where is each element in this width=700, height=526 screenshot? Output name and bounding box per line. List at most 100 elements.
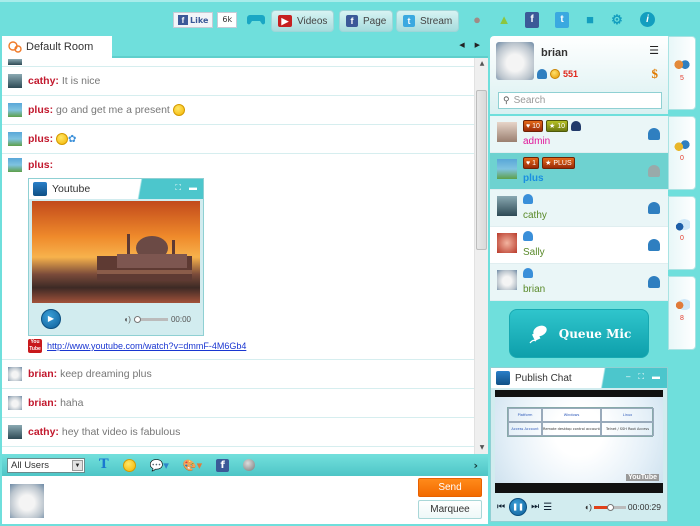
play-button[interactable]: ▶	[41, 309, 61, 329]
color-palette-icon[interactable]: 🎨▾	[183, 459, 202, 472]
avatar[interactable]	[8, 103, 22, 117]
playlist-icon[interactable]: ☰	[543, 502, 552, 513]
guest-icon	[523, 231, 533, 241]
volume-slider[interactable]	[133, 315, 168, 323]
publish-video[interactable]: Platform Windows Linux Access Account Re…	[495, 390, 663, 493]
avatar	[497, 233, 517, 253]
info-icon[interactable]: i	[640, 12, 655, 27]
profile-avatar[interactable]	[496, 42, 534, 80]
publish-time: 00:00:29	[627, 502, 661, 512]
coin-icon	[550, 69, 560, 79]
previous-icon[interactable]: ⏮	[497, 502, 505, 512]
marquee-button[interactable]: Marquee	[418, 500, 482, 519]
fullscreen-icon[interactable]: ⛶	[638, 372, 644, 382]
dollar-icon[interactable]: $	[652, 66, 659, 82]
avatar	[497, 122, 517, 142]
speaker-icon[interactable]: ◖)	[584, 502, 592, 512]
gear-icon[interactable]: ⚙	[610, 12, 624, 28]
avatar[interactable]	[8, 396, 22, 410]
next-icon[interactable]: ⏭	[531, 502, 539, 512]
guest-icon	[523, 268, 533, 278]
message-author[interactable]: brian:	[28, 368, 57, 380]
youtube-link[interactable]: http://www.youtube.com/watch?v=dmmF-4M6G…	[47, 341, 246, 351]
user-row-cathy[interactable]: cathy	[490, 190, 668, 227]
facebook-like-widget[interactable]: f Like 6k	[173, 12, 238, 28]
gift-icon[interactable]: ■	[583, 12, 597, 28]
whiteboard-icon[interactable]: 💬▾	[150, 459, 169, 472]
users-icon	[674, 59, 690, 73]
volume-knob[interactable]	[606, 503, 614, 511]
publish-title-bar[interactable]: Publish Chat – ⛶ ▬	[491, 368, 667, 388]
recipient-select[interactable]: All Users ▼	[7, 457, 85, 473]
alien-icon[interactable]	[243, 459, 256, 471]
stream-button[interactable]: t Stream	[396, 10, 460, 32]
maximize-icon[interactable]: ▬	[189, 183, 197, 193]
emoji-picker-icon[interactable]	[122, 458, 136, 472]
avatar	[497, 270, 517, 290]
message-author[interactable]: plus:	[28, 133, 53, 145]
scroll-up-arrow[interactable]: ▲	[475, 58, 489, 70]
menu-list-icon[interactable]: ☰	[649, 44, 659, 57]
youtube-icon: You Tube	[28, 339, 42, 353]
videos-button[interactable]: ▶ Videos	[271, 10, 335, 32]
player-app-icon	[496, 371, 510, 385]
private-chat-icon	[674, 299, 690, 313]
message-author[interactable]: cathy:	[28, 426, 59, 438]
user-row-admin[interactable]: ♥ 10 ★ 10 admin	[490, 116, 668, 153]
message-author[interactable]: brian:	[28, 397, 57, 409]
scroll-thumb[interactable]	[476, 90, 487, 250]
queue-mic-button[interactable]: Queue Mic	[509, 309, 649, 358]
avatar[interactable]	[8, 74, 22, 88]
facebook-add-icon[interactable]: f	[525, 12, 539, 28]
user-search-input[interactable]: ⚲ Search	[498, 92, 662, 109]
fullscreen-icon[interactable]: ⛶	[175, 183, 181, 193]
minimize-icon[interactable]: –	[626, 372, 630, 382]
pause-button[interactable]: ❚❚	[509, 498, 528, 516]
message-input-area[interactable]: Send Marquee	[2, 476, 488, 524]
page-button[interactable]: f Page	[339, 10, 394, 32]
side-tab-private-chat[interactable]: 8	[668, 276, 696, 350]
user-row-plus[interactable]: ♥ 1 ★ PLUS plus	[490, 153, 668, 190]
message-author[interactable]: plus:	[28, 104, 53, 116]
message-item: cathy: It is nice	[2, 67, 474, 96]
user-row-brian[interactable]: brian	[490, 264, 668, 301]
tab-next-arrow[interactable]: ▶	[475, 41, 480, 49]
twitter-add-icon[interactable]: t	[555, 12, 569, 28]
message-scrollbar[interactable]: ▲ ▼	[474, 58, 488, 454]
avatar[interactable]	[8, 425, 22, 439]
chat-bubbles-icon	[8, 41, 22, 53]
youtube-message: plus: Youtube ⛶ ▬ ▶ ◖) 00:00 You Tube ht…	[2, 154, 474, 360]
side-tab-webcam[interactable]: 0	[668, 196, 696, 270]
facebook-like-button[interactable]: f Like	[173, 12, 214, 28]
composer-toolbar: All Users ▼ T 💬▾ 🎨▾ f ›	[2, 454, 488, 476]
message-author[interactable]: cathy:	[28, 75, 59, 87]
apple-icon[interactable]: ●	[470, 12, 484, 28]
message-author[interactable]: plus:	[28, 159, 53, 171]
profile-card: brian ☰ 551 $ ⚲ Search	[490, 36, 668, 114]
avatar[interactable]	[8, 132, 22, 146]
chevron-down-icon[interactable]: ▼	[72, 459, 83, 471]
avatar[interactable]	[8, 367, 22, 381]
facebook-share-icon[interactable]: f	[216, 458, 230, 472]
text-format-icon[interactable]: T	[99, 458, 109, 472]
tab-prev-arrow[interactable]: ◀	[459, 41, 464, 49]
send-button[interactable]: Send	[418, 478, 482, 497]
side-tab-friends[interactable]: 0	[668, 116, 696, 190]
android-icon[interactable]: ▲	[497, 12, 511, 28]
volume-slider[interactable]	[593, 503, 626, 511]
side-tab-users[interactable]: 5	[668, 36, 696, 110]
reward-badge: ★ 10	[545, 120, 569, 132]
level-badge: ♥ 10	[523, 120, 543, 132]
maximize-icon[interactable]: ▬	[652, 372, 660, 382]
tab-default-room[interactable]: Default Room	[2, 36, 112, 58]
gamepad-icon[interactable]	[247, 13, 265, 25]
like-count: 6k	[217, 12, 238, 28]
video-thumbnail[interactable]	[32, 201, 200, 303]
expand-arrow-icon[interactable]: ›	[473, 459, 478, 472]
avatar[interactable]	[8, 158, 22, 172]
room-tab-scroll: ◀ ▶	[459, 41, 480, 49]
points-count: 551	[563, 69, 579, 79]
speaker-icon[interactable]: ◖)	[123, 315, 131, 324]
user-row-sally[interactable]: Sally	[490, 227, 668, 264]
scroll-down-arrow[interactable]: ▼	[475, 442, 489, 454]
